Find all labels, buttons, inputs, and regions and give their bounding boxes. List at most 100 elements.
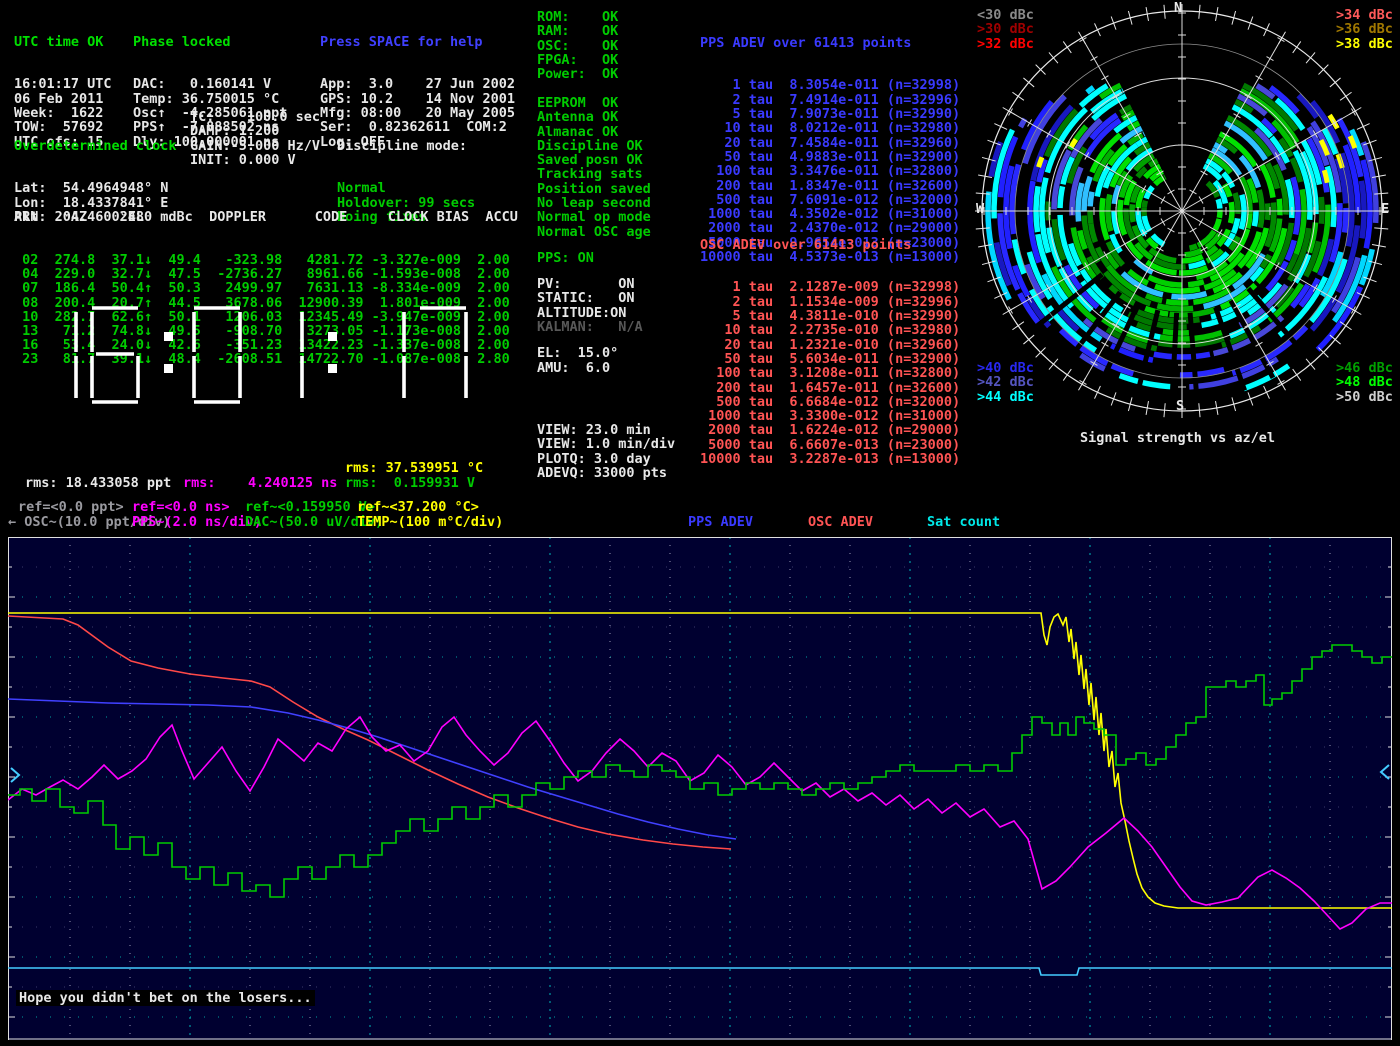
compass-west: W — [976, 202, 984, 216]
sat-count-legend[interactable]: Sat count — [927, 515, 1000, 529]
compass-south: S — [1176, 399, 1184, 413]
view-line: VIEW: 1.0 min/div — [537, 437, 675, 451]
ok-line: Power: OK — [537, 67, 618, 81]
adev-row: 2000 tau 1.6224e-012 (n=29000) — [700, 423, 960, 437]
dbc-legend-item: >40 dBc — [977, 361, 1034, 375]
mode-line: ALTITUDE:ON — [537, 306, 635, 320]
dbc-legend-item: >38 dBc — [1336, 37, 1393, 51]
dbc-legend-top-left: <30 dBc>30 dBc>32 dBc — [977, 8, 1034, 51]
pps-adev-title: PPS ADEV over 61413 points — [700, 36, 960, 50]
dbc-legend-item: >42 dBc — [977, 375, 1034, 389]
health-line: No leap second — [537, 196, 651, 210]
adev-row: 500 tau 6.6684e-012 (n=32000) — [700, 395, 960, 409]
dbc-legend-item: >32 dBc — [977, 37, 1034, 51]
loop-param-line: INIT: 0.000 V — [190, 153, 320, 167]
health-line: Saved posn OK — [537, 153, 651, 167]
adev-row: 1 tau 8.3054e-011 (n=32998) — [700, 78, 960, 92]
view-line: VIEW: 23.0 min — [537, 423, 675, 437]
satellite-row: 02 274.8 37.1↓ 49.4 -323.98 4281.72 -3.3… — [14, 253, 518, 267]
loop-param-line: TC: 100.0 sec — [190, 110, 320, 124]
osc-adev-rows: 1 tau 2.1287e-009 (n=32998) 2 tau 1.1534… — [700, 280, 960, 466]
ok-line: FPGA: OK — [537, 53, 618, 67]
mode-line: PV: ON — [537, 277, 635, 291]
rms-dac: rms: 0.159931 V — [345, 476, 475, 490]
ok-line: OSC: OK — [537, 39, 618, 53]
temp-scale-label[interactable]: TEMP~(100 m°C/div) — [357, 515, 503, 529]
mode-line: STATIC: ON — [537, 291, 635, 305]
status-line: DAC: 0.160141 V — [133, 77, 287, 91]
dbc-legend-item: >48 dBc — [1336, 375, 1393, 389]
plot-message: Hope you didn't bet on the losers... — [16, 990, 315, 1006]
pps-scale-label[interactable]: PPS~(2.0 ns/div) — [132, 515, 262, 529]
osc-adev-title: OSC ADEV over 61413 points — [700, 238, 960, 252]
adev-row: 2 tau 7.4914e-011 (n=32996) — [700, 93, 960, 107]
health-block: EEPROM OKAntenna OKAlmanac OKDiscipline … — [537, 96, 651, 239]
dbc-legend-bottom-left: >40 dBc>42 dBc>44 dBc — [977, 361, 1034, 404]
rms-osc: rms: 18.433058 ppt — [25, 476, 171, 490]
health-line: EEPROM OK — [537, 96, 651, 110]
view-line: PLOTQ: 3.0 day — [537, 452, 675, 466]
status-line: 06 Feb 2011 — [14, 92, 112, 106]
status-line: GPS: 10.2 14 Nov 2001 — [320, 92, 515, 106]
amu-mask: AMU: 6.0 — [537, 361, 610, 375]
ok-line: RAM: OK — [537, 24, 618, 38]
utc-status-title: UTC time OK — [14, 35, 112, 49]
health-line: Almanac OK — [537, 125, 651, 139]
help-title: Press SPACE for help — [320, 35, 515, 49]
status-line: 16:01:17 UTC — [14, 77, 112, 91]
dbc-legend-top-right: >34 dBc>36 dBc>38 dBc — [1336, 8, 1393, 51]
el-mask: EL: 15.0° — [537, 346, 618, 360]
adev-row: 20 tau 1.2321e-010 (n=32960) — [700, 338, 960, 352]
satellite-row: 04 229.0 32.7↓ 47.5 -2736.27 8961.66 -1.… — [14, 267, 518, 281]
adev-row: 500 tau 7.6091e-012 (n=32000) — [700, 193, 960, 207]
position-title: Overdetermined clock — [14, 139, 177, 153]
signal-map-caption: Signal strength vs az/el — [1080, 431, 1275, 445]
status-line: Temp: 36.750015 °C — [133, 92, 287, 106]
adev-row: 100 tau 3.1208e-011 (n=32800) — [700, 366, 960, 380]
kalman-line: KALMAN: N/A — [537, 320, 643, 334]
adev-row: 50 tau 4.9883e-011 (n=32900) — [700, 150, 960, 164]
satellite-row: 07 186.4 50.4↑ 50.3 2499.97 7631.13 -8.3… — [14, 281, 518, 295]
lady-heather-screen: { "top": { "utc": {"title": "UTC time OK… — [0, 0, 1400, 1046]
compass-east: E — [1381, 202, 1389, 216]
adev-row: 10 tau 8.0212e-011 (n=32980) — [700, 121, 960, 135]
pps-ref-label: ref=<0.0 ns> — [132, 500, 230, 514]
dbc-legend-item: >50 dBc — [1336, 390, 1393, 404]
status-line: App: 3.0 27 Jun 2002 — [320, 77, 515, 91]
view-block: VIEW: 23.0 minVIEW: 1.0 min/divPLOTQ: 3.… — [537, 423, 675, 480]
pps-adev-legend[interactable]: PPS ADEV — [688, 515, 753, 529]
fix-mode-block: PV: ONSTATIC: ONALTITUDE:ON — [537, 277, 635, 320]
adev-row: 10000 tau 3.2287e-013 (n=13000) — [700, 452, 960, 466]
rms-pps: rms: 4.240125 ns — [183, 476, 337, 490]
adev-row: 50 tau 5.6034e-011 (n=32900) — [700, 352, 960, 366]
rms-temp: rms: 37.539951 °C — [345, 461, 483, 475]
osc-adev-legend[interactable]: OSC ADEV — [808, 515, 873, 529]
dac-ref-label: ref~<0.159950 V> — [245, 500, 375, 514]
self-test-block: ROM: OKRAM: OKOSC: OKFPGA: OKPower: OK — [537, 10, 618, 81]
adev-row: 2 tau 1.1534e-009 (n=32996) — [700, 295, 960, 309]
view-line: ADEVQ: 33000 pts — [537, 466, 675, 480]
strip-chart[interactable] — [8, 537, 1392, 1040]
dbc-legend-item: >44 dBc — [977, 390, 1034, 404]
pps-state: PPS: ON — [537, 251, 594, 265]
adev-row: 100 tau 3.3476e-011 (n=32800) — [700, 164, 960, 178]
health-line: Normal OSC age — [537, 225, 651, 239]
dbc-legend-item: >36 dBc — [1336, 22, 1393, 36]
loop-param-line: GAIN:-5.000 Hz/V — [190, 139, 320, 153]
osc-ref-label: ref=<0.0 ppt> — [18, 500, 124, 514]
adev-row: 5000 tau 6.6607e-013 (n=23000) — [700, 438, 960, 452]
health-line: Antenna OK — [537, 110, 651, 124]
digital-clock — [10, 300, 510, 412]
dbc-legend-item: >34 dBc — [1336, 8, 1393, 22]
adev-row: 200 tau 1.6457e-011 (n=32600) — [700, 381, 960, 395]
phase-title: Phase locked — [133, 35, 287, 49]
health-line: Discipline OK — [537, 139, 651, 153]
adev-row: 5 tau 4.3811e-010 (n=32990) — [700, 309, 960, 323]
satellite-table-header: PRN °AZ °EL dBc DOPPLER CODE CLOCK BIAS … — [14, 210, 518, 224]
loop-param-line: DAMP: 1.200 — [190, 124, 320, 138]
adev-row: 200 tau 1.8347e-011 (n=32600) — [700, 179, 960, 193]
health-line: Normal op mode — [537, 210, 651, 224]
ok-line: ROM: OK — [537, 10, 618, 24]
dbc-legend-bottom-right: >46 dBc>48 dBc>50 dBc — [1336, 361, 1393, 404]
discipline-title: Discipline mode: — [337, 139, 475, 153]
